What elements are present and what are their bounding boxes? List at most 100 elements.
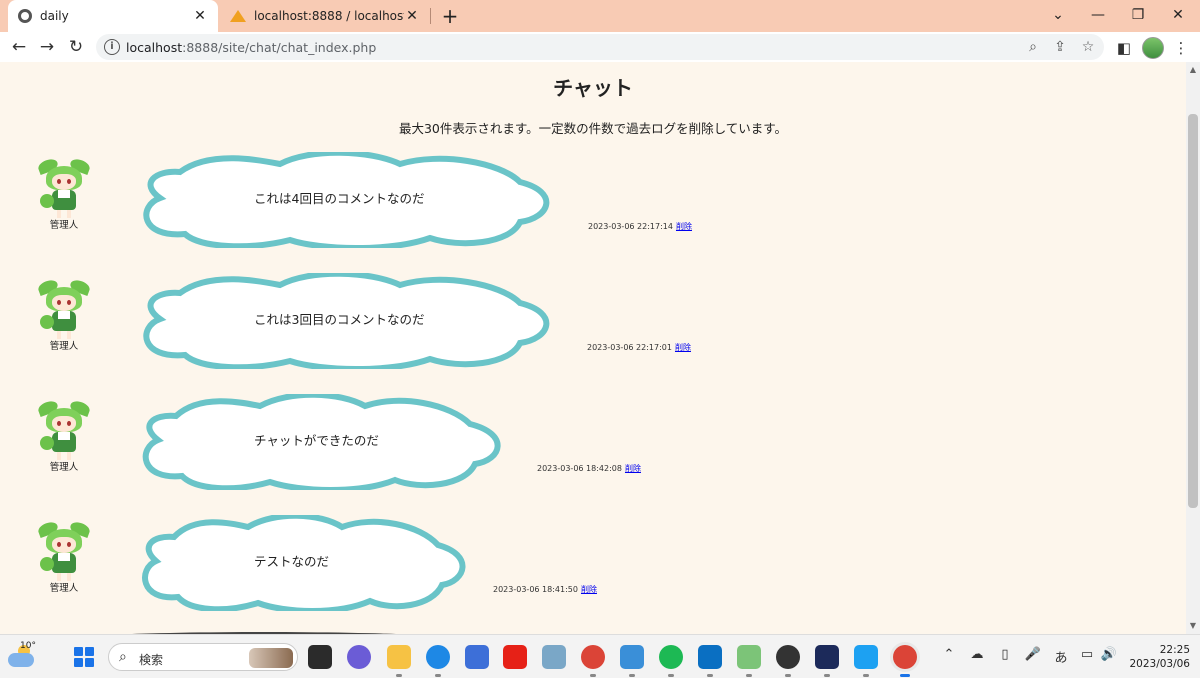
globe-icon xyxy=(18,9,32,23)
new-tab-button[interactable]: + xyxy=(438,4,462,28)
delete-link[interactable]: 削除 xyxy=(676,222,692,231)
obs-icon[interactable] xyxy=(815,645,839,669)
side-panel-icon[interactable]: ◧ xyxy=(1113,37,1135,59)
edge-icon[interactable] xyxy=(426,645,450,669)
restore-button[interactable]: ❐ xyxy=(1116,0,1160,32)
file-explorer-icon[interactable] xyxy=(387,645,411,669)
running-indicator xyxy=(590,674,596,677)
chat-page: チャット 最大30件表示されます。一定数の件数で過去ログを削除しています。 管理… xyxy=(0,62,1186,634)
phpmyadmin-icon xyxy=(230,10,246,22)
post-username: 管理人 xyxy=(49,462,79,473)
browser-toolbar: ← → ↻ i localhost:8888/site/chat/chat_in… xyxy=(0,32,1200,62)
microphone-icon[interactable]: 🎤 xyxy=(1022,647,1044,662)
delete-link[interactable]: 削除 xyxy=(675,343,691,352)
scroll-down-icon[interactable]: ▼ xyxy=(1189,622,1197,630)
back-button[interactable]: ← xyxy=(7,35,31,59)
url-text[interactable]: localhost:8888/site/chat/chat_index.php xyxy=(126,40,376,55)
delete-link[interactable]: 削除 xyxy=(625,464,641,473)
post-timestamp: 2023-03-06 18:42:08 xyxy=(537,464,622,473)
tab-search-chevron-icon[interactable]: ⌄ xyxy=(1036,0,1080,32)
post-meta: 2023-03-06 22:17:01 削除 xyxy=(587,342,691,353)
reload-button[interactable]: ↻ xyxy=(64,35,88,59)
clock-time: 22:25 xyxy=(1159,644,1190,656)
zoom-icon[interactable]: ⌕ xyxy=(1024,38,1042,56)
monitor-app-icon[interactable] xyxy=(542,645,566,669)
scroll-up-icon[interactable]: ▲ xyxy=(1189,66,1197,74)
scrollbar-thumb[interactable] xyxy=(1188,114,1198,508)
chrome-active-icon[interactable] xyxy=(893,645,917,669)
bookmark-star-icon[interactable]: ☆ xyxy=(1079,38,1097,56)
post-meta: 2023-03-06 18:42:08 削除 xyxy=(537,463,641,474)
running-indicator xyxy=(824,674,830,677)
menu-kebab-icon[interactable]: ⋮ xyxy=(1170,37,1192,59)
display-icon[interactable]: ▭ xyxy=(1076,647,1098,662)
spotify-icon[interactable] xyxy=(659,645,683,669)
ime-indicator[interactable]: あ xyxy=(1050,647,1072,666)
cloud-icon xyxy=(8,653,34,667)
address-bar[interactable]: i localhost:8888/site/chat/chat_index.ph… xyxy=(96,34,1104,60)
search-icon: ⌕ xyxy=(119,649,127,665)
running-indicator xyxy=(435,674,441,677)
github-icon[interactable] xyxy=(776,645,800,669)
running-indicator xyxy=(707,674,713,677)
vim-app-icon[interactable] xyxy=(737,645,761,669)
running-indicator xyxy=(629,674,635,677)
close-tab-icon[interactable]: ✕ xyxy=(404,8,420,24)
onedrive-icon[interactable]: ☁ xyxy=(966,647,988,662)
page-scrollbar[interactable]: ▲ ▼ xyxy=(1186,62,1200,634)
speech-bubble: これは4回目のコメントなのだ xyxy=(140,152,554,248)
usb-icon[interactable]: ▯ xyxy=(994,647,1016,662)
notepad-icon[interactable] xyxy=(620,645,644,669)
post-message: チャットができたのだ xyxy=(254,433,379,448)
tab-separator xyxy=(430,8,431,24)
weather-widget[interactable]: 10° xyxy=(8,641,36,671)
chat-post: 管理人 チャットができたのだ 2023-03-06 18:42:08 削除 xyxy=(0,394,1186,504)
speech-bubble: テストなのだ xyxy=(140,515,468,611)
close-tab-icon[interactable]: ✕ xyxy=(192,8,208,24)
user-avatar xyxy=(36,398,92,460)
post-timestamp: 2023-03-06 22:17:14 xyxy=(588,222,673,231)
page-notice: 最大30件表示されます。一定数の件数で過去ログを削除しています。 xyxy=(398,121,788,136)
tab-phpmyadmin[interactable]: localhost:8888 / localhost / laa14 ✕ xyxy=(222,0,428,32)
post-timestamp: 2023-03-06 22:17:01 xyxy=(587,343,672,352)
running-indicator xyxy=(785,674,791,677)
active-indicator xyxy=(900,674,910,677)
close-window-button[interactable]: ✕ xyxy=(1156,0,1200,32)
taskbar-search[interactable]: ⌕ 検索 xyxy=(108,643,298,671)
share-icon[interactable]: ⇪ xyxy=(1051,38,1069,56)
taskbar-clock[interactable]: 22:25 2023/03/06 xyxy=(1128,643,1190,671)
post-timestamp: 2023-03-06 18:41:50 xyxy=(493,585,578,594)
chrome-icon[interactable] xyxy=(581,645,605,669)
clock-date: 2023/03/06 xyxy=(1129,658,1190,670)
forward-button[interactable]: → xyxy=(35,35,59,59)
store-icon[interactable] xyxy=(465,645,489,669)
running-indicator xyxy=(863,674,869,677)
tab-title: daily xyxy=(40,9,69,23)
search-label: 検索 xyxy=(139,653,164,667)
url-path: :8888/site/chat/chat_index.php xyxy=(182,40,377,55)
speech-bubble: チャットができたのだ xyxy=(140,394,504,490)
tray-chevron-icon[interactable]: ⌃ xyxy=(938,647,960,662)
volume-icon[interactable]: 🔊 xyxy=(1098,647,1120,662)
start-button[interactable] xyxy=(74,647,94,667)
speech-bubble: これは3回目のコメントなのだ xyxy=(140,273,554,369)
chat-post: 管理人 これは3回目のコメントなのだ 2023-03-06 22:17:01 削除 xyxy=(0,273,1186,383)
profile-avatar[interactable] xyxy=(1142,37,1164,59)
site-info-icon[interactable]: i xyxy=(104,39,120,55)
search-highlight-image xyxy=(249,648,293,668)
delete-link[interactable]: 削除 xyxy=(581,585,597,594)
minimize-button[interactable]: — xyxy=(1076,0,1120,32)
chat-app-icon[interactable] xyxy=(347,645,371,669)
tab-daily[interactable]: daily ✕ xyxy=(8,0,218,32)
user-avatar xyxy=(36,156,92,218)
weather-temperature: 10° xyxy=(20,641,36,651)
post-message: これは4回目のコメントなのだ xyxy=(254,191,425,206)
task-view-icon[interactable] xyxy=(308,645,332,669)
running-indicator xyxy=(396,674,402,677)
user-avatar xyxy=(36,519,92,581)
vscode-icon[interactable] xyxy=(698,645,722,669)
post-message: テストなのだ xyxy=(254,554,330,569)
chat-post: 管理人 これは4回目のコメントなのだ 2023-03-06 22:17:14 削除 xyxy=(0,152,1186,262)
youtube-icon[interactable] xyxy=(503,645,527,669)
twitter-icon[interactable] xyxy=(854,645,878,669)
